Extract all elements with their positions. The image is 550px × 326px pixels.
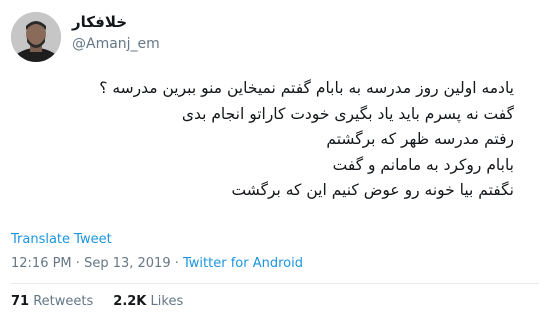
tweet-line: نگفتم بیا خونه رو عوض کنیم این که برگشت — [231, 181, 514, 199]
likes-stat[interactable]: 2.2K Likes — [113, 294, 183, 309]
avatar[interactable] — [11, 12, 61, 62]
author-display-name[interactable]: خلافکار — [72, 13, 127, 31]
author-handle[interactable]: @Amanj_em — [72, 36, 160, 52]
divider — [11, 283, 539, 284]
likes-label: Likes — [150, 294, 184, 309]
tweet-line: رفتم مدرسه ظهر که برگشتم — [326, 130, 514, 148]
tweet-line: یادمه اولین روز مدرسه به بابام گفتم نمیخ… — [99, 79, 514, 97]
translate-tweet-link[interactable]: Translate Tweet — [11, 232, 112, 247]
meta-separator: · — [170, 256, 183, 271]
tweet-source-link[interactable]: Twitter for Android — [183, 256, 303, 271]
likes-count: 2.2K — [113, 294, 147, 309]
tweet-time[interactable]: 12:16 PM — [11, 256, 72, 271]
tweet-text: یادمه اولین روز مدرسه به بابام گفتم نمیخ… — [34, 76, 514, 204]
meta-separator: · — [71, 256, 85, 271]
retweets-count: 71 — [11, 294, 30, 309]
tweet-line: گفت نه پسرم باید یاد بگیری خودت کاراتو ا… — [181, 104, 514, 123]
retweets-label: Retweets — [33, 294, 94, 309]
retweets-stat[interactable]: 71 Retweets — [11, 294, 93, 309]
tweet-date[interactable]: Sep 13, 2019 — [84, 256, 171, 271]
tweet-stats: 71 Retweets 2.2K Likes — [11, 294, 183, 309]
tweet-metadata: 12:16 PM · Sep 13, 2019 · Twitter for An… — [11, 256, 303, 271]
tweet-line: بابام روکرد به مامانم و گفت — [332, 155, 514, 174]
